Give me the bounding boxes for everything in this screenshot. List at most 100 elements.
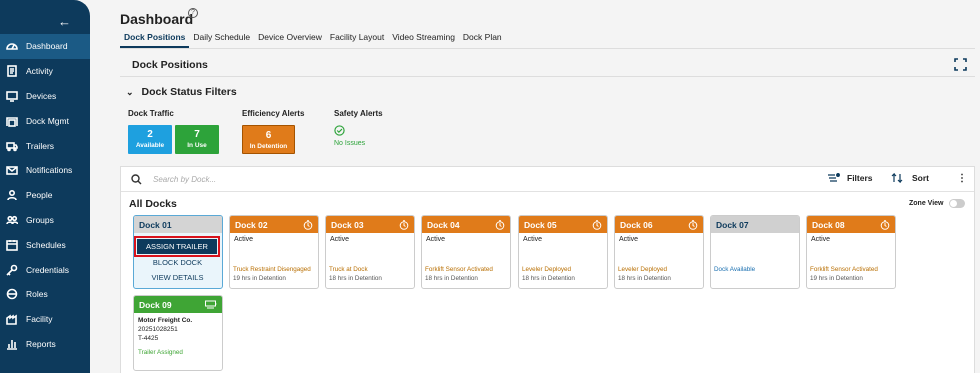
tab-daily-schedule[interactable]: Daily Schedule (189, 30, 254, 48)
sidebar-item-credentials[interactable]: Credentials (0, 257, 90, 282)
dock-alert: Dock Available (714, 266, 756, 273)
sidebar-item-label: People (26, 190, 53, 201)
sort-label: Sort (912, 173, 929, 183)
sidebar-item-notifications[interactable]: Notifications (0, 158, 90, 183)
dock-card-01[interactable]: Dock 01 ASSIGN TRAILER BLOCK DOCK VIEW D… (133, 215, 223, 289)
dock-status: Active (330, 236, 350, 243)
in-use-tile[interactable]: 7 In Use (175, 125, 219, 154)
sidebar-item-schedules[interactable]: Schedules (0, 232, 90, 257)
all-docks-title: All Docks (129, 198, 177, 210)
sidebar-item-dashboard[interactable]: Dashboard (0, 34, 90, 59)
dock-card-08[interactable]: Dock 08 Active Forklift Sensor Activated… (806, 215, 896, 289)
arrow-left-icon[interactable]: ← (58, 14, 71, 29)
in-detention-count: 6 (265, 130, 272, 141)
sort-button[interactable]: Sort (891, 173, 929, 183)
sidebar-item-reports[interactable]: Reports (0, 332, 90, 357)
devices-icon (5, 89, 18, 102)
dock-header: Dock 01 (134, 216, 222, 233)
dock-card-07[interactable]: Dock 07 Dock Available (710, 215, 800, 289)
help-icon[interactable]: ? (188, 8, 198, 18)
filters-label: Filters (847, 173, 873, 183)
dock-alert: Forklift Sensor Activated (425, 266, 493, 273)
section-title: Dock Positions (132, 59, 208, 71)
zone-view-toggle[interactable] (948, 199, 965, 208)
dock-detention: 19 hrs in Detention (810, 275, 863, 282)
sidebar-item-label: Credentials (26, 264, 69, 275)
tab-device-overview[interactable]: Device Overview (254, 30, 326, 48)
dock-status: Active (426, 236, 446, 243)
sidebar-item-roles[interactable]: Roles (0, 282, 90, 307)
dock-detention: 18 hrs in Detention (425, 275, 478, 282)
in-detention-label: In Detention (249, 143, 288, 150)
dock-card-03[interactable]: Dock 03 Active Truck at Dock 18 hrs in D… (325, 215, 415, 289)
sidebar-item-facility[interactable]: Facility (0, 307, 90, 332)
view-details-button[interactable]: VIEW DETAILS (134, 273, 221, 282)
safety-alerts-label: Safety Alerts (334, 109, 383, 118)
sidebar-item-label: Groups (26, 214, 54, 225)
dock-header: Dock 05 (519, 216, 607, 233)
sidebar-item-label: Roles (26, 289, 48, 300)
dock-card-09[interactable]: Dock 09 Motor Freight Co. 20251028251 T-… (133, 295, 223, 371)
dock-card-05[interactable]: Dock 05 Active Leveler Deployed 18 hrs i… (518, 215, 608, 289)
dock-status-filters-toggle[interactable]: ⌄ Dock Status Filters (126, 86, 237, 98)
assign-trailer-button[interactable]: ASSIGN TRAILER (134, 236, 220, 257)
tab-dock-plan[interactable]: Dock Plan (459, 30, 506, 48)
dock-header: Dock 07 (711, 216, 799, 233)
available-count: 2 (147, 129, 153, 140)
dock-card-02[interactable]: Dock 02 Active Truck Restraint Disengage… (229, 215, 319, 289)
tab-video-streaming[interactable]: Video Streaming (388, 30, 459, 48)
dock-name: Dock 09 (139, 299, 172, 310)
mail-icon (5, 164, 18, 177)
block-dock-button[interactable]: BLOCK DOCK (134, 258, 221, 267)
calendar-icon (5, 238, 18, 251)
dock-icon (5, 114, 18, 127)
filter-icon (828, 173, 840, 182)
tab-bar: Dock Positions Daily Schedule Device Ove… (120, 30, 506, 48)
dock-alert: Truck Restraint Disengaged (233, 266, 311, 273)
dock-name: Dock 05 (524, 219, 557, 230)
divider (120, 76, 975, 77)
more-vertical-icon[interactable]: ⋮ (957, 173, 967, 184)
dock-alert: Forklift Sensor Activated (810, 266, 878, 273)
chevron-down-icon: ⌄ (126, 86, 134, 97)
dock-card-04[interactable]: Dock 04 Active Forklift Sensor Activated… (421, 215, 511, 289)
sidebar-item-label: Activity (26, 66, 53, 77)
in-detention-tile[interactable]: 6 In Detention (242, 125, 295, 154)
sidebar-item-groups[interactable]: Groups (0, 208, 90, 233)
divider (120, 48, 975, 49)
person-icon (5, 189, 18, 202)
search-input[interactable] (153, 172, 453, 187)
filters-button[interactable]: Filters (827, 173, 873, 183)
tab-facility-layout[interactable]: Facility Layout (326, 30, 388, 48)
trailer-number: T-4425 (138, 335, 159, 342)
dock-traffic-label: Dock Traffic (128, 109, 174, 118)
dock-status: Active (234, 236, 254, 243)
timer-icon (399, 219, 409, 230)
dock-header: Dock 03 (326, 216, 414, 233)
zone-view-label: Zone View (909, 200, 944, 207)
in-use-label: In Use (187, 142, 207, 149)
sidebar-item-label: Trailers (26, 140, 55, 151)
sidebar-item-devices[interactable]: Devices (0, 84, 90, 109)
filters-title: Dock Status Filters (141, 86, 237, 98)
sort-icon (891, 173, 903, 183)
dock-status: Active (619, 236, 639, 243)
dock-name: Dock 08 (812, 219, 845, 230)
dock-name: Dock 06 (620, 219, 653, 230)
dock-name: Dock 07 (716, 219, 749, 230)
available-tile[interactable]: 2 Available (128, 125, 172, 154)
search-bar: Filters Sort ⋮ (121, 167, 974, 192)
zone-view-control: Zone View (909, 199, 965, 208)
dock-detention: 19 hrs in Detention (233, 275, 286, 282)
docks-panel: Filters Sort ⋮ All Docks Zone View Dock … (120, 166, 975, 373)
sidebar-item-trailers[interactable]: Trailers (0, 133, 90, 158)
dock-detention: 18 hrs in Detention (618, 275, 671, 282)
tab-dock-positions[interactable]: Dock Positions (120, 30, 190, 48)
timer-icon (592, 219, 602, 230)
sidebar-item-dock-mgmt[interactable]: Dock Mgmt (0, 108, 90, 133)
fullscreen-icon[interactable] (954, 58, 967, 71)
sidebar-item-people[interactable]: People (0, 183, 90, 208)
dock-header: Dock 08 (807, 216, 895, 233)
dock-card-06[interactable]: Dock 06 Active Leveler Deployed 18 hrs i… (614, 215, 704, 289)
sidebar-item-activity[interactable]: Activity (0, 59, 90, 84)
